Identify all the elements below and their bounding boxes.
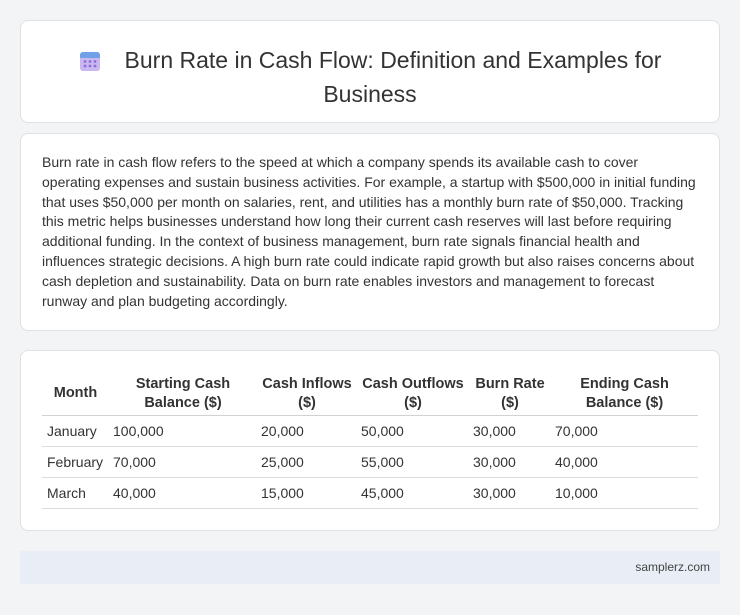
calendar-icon [79,49,101,79]
table-header-row: Month Starting Cash Balance ($) Cash Inf… [42,373,698,416]
cell-burn-rate: 30,000 [469,415,551,447]
column-header-ending-cash: Ending Cash Balance ($) [551,373,698,416]
page-title: Burn Rate in Cash Flow: Definition and E… [124,47,662,107]
column-header-cash-inflows: Cash Inflows ($) [257,373,357,416]
cell-month: February [42,446,109,478]
summary-paragraph: Burn rate in cash flow refers to the spe… [42,154,696,309]
cell-starting-cash: 70,000 [109,446,257,478]
cash-flow-table: Month Starting Cash Balance ($) Cash Inf… [42,373,698,509]
cell-starting-cash: 40,000 [109,477,257,509]
cell-cash-outflows: 50,000 [357,415,469,447]
table-row: March 40,000 15,000 45,000 30,000 10,000 [42,477,698,509]
cell-cash-inflows: 15,000 [257,477,357,509]
title-row: Burn Rate in Cash Flow: Definition and E… [21,45,719,109]
cell-cash-inflows: 20,000 [257,415,357,447]
table-row: January 100,000 20,000 50,000 30,000 70,… [42,415,698,447]
column-header-cash-outflows: Cash Outflows ($) [357,373,469,416]
table-row: February 70,000 25,000 55,000 30,000 40,… [42,446,698,478]
column-header-burn-rate: Burn Rate ($) [469,373,551,416]
cell-cash-outflows: 55,000 [357,446,469,478]
cell-burn-rate: 30,000 [469,446,551,478]
cell-ending-cash: 40,000 [551,446,698,478]
cell-month: March [42,477,109,509]
cell-cash-inflows: 25,000 [257,446,357,478]
cell-starting-cash: 100,000 [109,415,257,447]
cell-cash-outflows: 45,000 [357,477,469,509]
column-header-starting-cash: Starting Cash Balance ($) [109,373,257,416]
footer-bar: samplerz.com [20,551,720,584]
table-card: Month Starting Cash Balance ($) Cash Inf… [20,350,720,531]
cell-ending-cash: 70,000 [551,415,698,447]
cell-month: January [42,415,109,447]
title-card: Burn Rate in Cash Flow: Definition and E… [20,20,720,123]
column-header-month: Month [42,373,109,416]
summary-card: Burn rate in cash flow refers to the spe… [20,133,720,331]
footer-site-link[interactable]: samplerz.com [635,560,710,574]
cell-burn-rate: 30,000 [469,477,551,509]
cell-ending-cash: 10,000 [551,477,698,509]
